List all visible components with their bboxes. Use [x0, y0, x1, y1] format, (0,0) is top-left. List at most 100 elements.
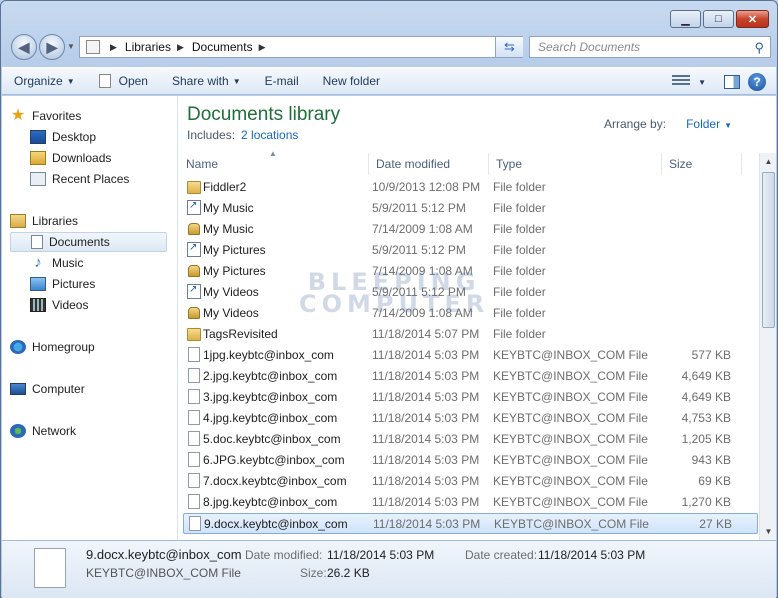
file-row[interactable]: 5.doc.keybtc@inbox_com 11/18/2014 5:03 PM… — [183, 429, 758, 450]
help-icon[interactable]: ? — [748, 73, 766, 91]
sidebar-item-label: Downloads — [52, 151, 112, 165]
email-label: E-mail — [264, 74, 299, 88]
star-icon: ★ — [10, 107, 26, 124]
file-name: 6.JPG.keybtc@inbox_com — [203, 453, 345, 467]
new-folder-button[interactable]: New folder — [311, 74, 392, 88]
file-row[interactable]: 7.docx.keybtc@inbox_com 11/18/2014 5:03 P… — [183, 471, 758, 492]
maximize-button[interactable]: □ — [703, 10, 734, 28]
file-row[interactable]: 2.jpg.keybtc@inbox_com 11/18/2014 5:03 PM… — [183, 366, 758, 387]
organize-button[interactable]: Organize ▼ — [2, 74, 87, 88]
share-with-button[interactable]: Share with ▼ — [160, 74, 253, 88]
breadcrumb-documents[interactable]: Documents — [192, 40, 253, 54]
details-file-name: 9.docx.keybtc@inbox_com — [86, 547, 242, 562]
back-button[interactable]: ◀ — [11, 34, 37, 60]
sidebar-item-label: Documents — [49, 235, 110, 249]
scroll-up-icon[interactable]: ▲ — [760, 153, 777, 170]
details-date-created: 11/18/2014 5:03 PM — [538, 548, 646, 562]
file-name: 1jpg.keybtc@inbox_com — [203, 348, 334, 362]
address-bar[interactable]: ▶ Libraries ▶ Documents ▶ ▼ — [79, 36, 523, 58]
scroll-down-icon[interactable]: ▼ — [760, 523, 777, 540]
search-icon[interactable]: ⚲ — [754, 40, 764, 56]
file-row[interactable]: TagsRevisited 11/18/2014 5:07 PM File fold… — [183, 324, 758, 345]
column-header-size[interactable]: Size — [662, 153, 742, 175]
chevron-down-icon: ▼ — [66, 76, 75, 86]
breadcrumb-separator-icon[interactable]: ▶ — [259, 42, 266, 53]
file-name: 8.jpg.keybtc@inbox_com — [203, 495, 338, 509]
view-dropdown-icon[interactable]: ▼ — [698, 78, 706, 87]
change-view-icon[interactable] — [672, 75, 691, 89]
file-size: 943 KB — [691, 453, 731, 467]
file-icon — [188, 452, 200, 467]
forward-button[interactable]: ▶ — [39, 34, 65, 60]
search-input[interactable]: Search Documents ⚲ — [529, 36, 771, 58]
folder-shortcut-icon — [187, 284, 201, 299]
email-button[interactable]: E-mail — [253, 74, 311, 88]
file-row[interactable]: My Videos 5/9/2011 5:12 PM File folder — [183, 282, 758, 303]
file-type: KEYBTC@INBOX_COM File — [494, 517, 649, 531]
sidebar-item-desktop[interactable]: Desktop — [30, 127, 96, 147]
file-row[interactable]: My Videos 7/14/2009 1:08 AM File folder — [183, 303, 758, 324]
sidebar-item-music[interactable]: ♪ Music — [30, 253, 83, 273]
breadcrumb-libraries[interactable]: Libraries — [125, 40, 171, 54]
sidebar-item-documents[interactable]: Documents — [10, 232, 167, 252]
file-type: KEYBTC@INBOX_COM File — [493, 474, 648, 488]
sidebar-item-downloads[interactable]: Downloads — [30, 148, 111, 168]
file-size: 4,649 KB — [681, 369, 731, 383]
file-size: 27 KB — [699, 517, 732, 531]
file-row[interactable]: 3.jpg.keybtc@inbox_com 11/18/2014 5:03 PM… — [183, 387, 758, 408]
close-button[interactable]: ✕ — [736, 10, 769, 28]
file-icon — [34, 548, 66, 588]
sidebar-item-pictures[interactable]: Pictures — [30, 274, 95, 294]
sidebar-item-favorites[interactable]: ★ Favorites — [10, 106, 82, 126]
arrange-by-dropdown[interactable]: Folder — [686, 117, 720, 131]
column-header-name[interactable]: Name — [179, 153, 369, 175]
file-date-modified: 7/14/2009 1:08 AM — [372, 264, 473, 278]
breadcrumb-separator-icon[interactable]: ▶ — [177, 42, 184, 53]
folder-icon — [187, 181, 201, 194]
network-icon — [10, 424, 26, 438]
file-row[interactable]: 9.docx.keybtc@inbox_com 11/18/2014 5:03 P… — [183, 513, 758, 534]
locked-folder-icon — [188, 265, 200, 277]
file-row[interactable]: 1jpg.keybtc@inbox_com 11/18/2014 5:03 PM K… — [183, 345, 758, 366]
file-row[interactable]: My Music 7/14/2009 1:08 AM File folder — [183, 219, 758, 240]
breadcrumb-separator-icon[interactable]: ▶ — [110, 42, 117, 53]
preview-pane-icon[interactable] — [724, 75, 740, 89]
file-row[interactable]: 4.jpg.keybtc@inbox_com 11/18/2014 5:03 PM… — [183, 408, 758, 429]
chevron-down-icon[interactable]: ▼ — [724, 121, 732, 130]
file-row[interactable]: My Music 5/9/2011 5:12 PM File folder — [183, 198, 758, 219]
minimize-button[interactable]: ▁ — [670, 10, 701, 28]
file-name: 7.docx.keybtc@inbox_com — [203, 474, 347, 488]
column-header-date-modified[interactable]: Date modified — [369, 153, 489, 175]
pictures-icon — [30, 277, 46, 291]
share-with-label: Share with — [171, 74, 229, 88]
includes-label: Includes: — [187, 128, 236, 142]
locations-link[interactable]: 2 locations — [241, 128, 298, 142]
file-row[interactable]: 8.jpg.keybtc@inbox_com 11/18/2014 5:03 PM… — [183, 492, 758, 513]
sidebar-item-label: Videos — [52, 298, 89, 312]
refresh-icon[interactable]: ⇆ — [495, 37, 523, 57]
sidebar-item-homegroup[interactable]: Homegroup — [10, 337, 95, 357]
file-row[interactable]: My Pictures 7/14/2009 1:08 AM File folder — [183, 261, 758, 282]
open-label: Open — [118, 74, 148, 88]
file-type: KEYBTC@INBOX_COM File — [493, 495, 648, 509]
details-date-modified: 11/18/2014 5:03 PM — [327, 548, 435, 562]
scrollbar-thumb[interactable] — [762, 172, 775, 328]
file-list-pane: Documents library Includes: 2 locations A… — [179, 96, 776, 540]
file-row[interactable]: Fiddler2 10/9/2013 12:08 PM File folder — [183, 177, 758, 198]
sidebar-item-computer[interactable]: Computer — [10, 379, 85, 399]
file-size: 69 KB — [698, 474, 731, 488]
sidebar-item-network[interactable]: Network — [10, 421, 76, 441]
recent-pages-dropdown-icon[interactable]: ▼ — [67, 42, 75, 51]
sidebar-item-recent-places[interactable]: Recent Places — [30, 169, 129, 189]
file-name: My Videos — [203, 285, 259, 299]
column-header-type[interactable]: Type — [489, 153, 662, 175]
sidebar-item-videos[interactable]: Videos — [30, 295, 88, 315]
file-row[interactable]: 6.JPG.keybtc@inbox_com 11/18/2014 5:03 PM… — [183, 450, 758, 471]
file-row[interactable]: My Pictures 5/9/2011 5:12 PM File folder — [183, 240, 758, 261]
folder-shortcut-icon — [187, 242, 201, 257]
vertical-scrollbar[interactable]: ▲ ▼ — [759, 153, 776, 540]
file-name: 4.jpg.keybtc@inbox_com — [203, 411, 338, 425]
sidebar-item-label: Desktop — [52, 130, 97, 144]
open-button[interactable]: Open — [87, 74, 160, 88]
sidebar-item-libraries[interactable]: Libraries — [10, 211, 78, 231]
